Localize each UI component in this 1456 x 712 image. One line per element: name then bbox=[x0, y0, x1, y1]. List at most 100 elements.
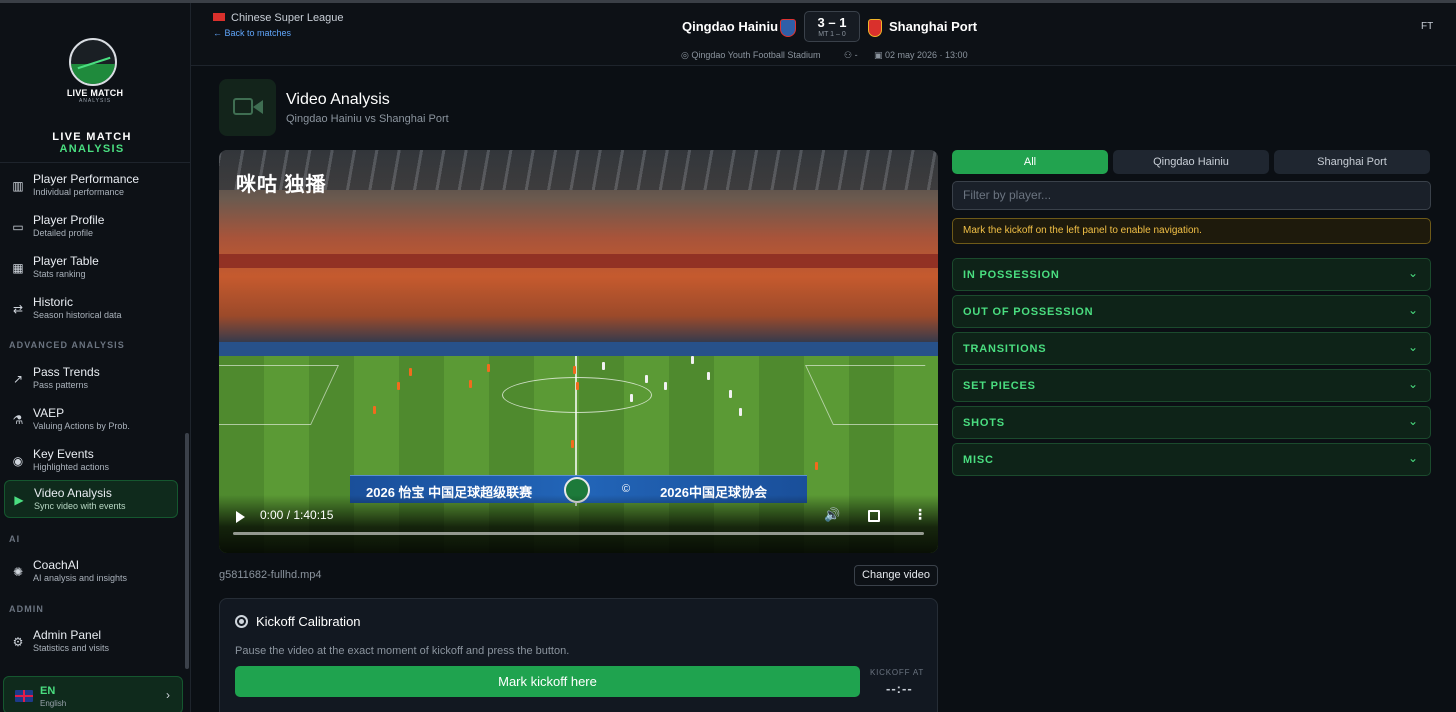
sidebar-item-sub: Detailed profile bbox=[33, 228, 94, 238]
accordion-label: OUT OF POSSESSION bbox=[963, 306, 1094, 318]
sidebar-item-label: Key Events bbox=[33, 447, 94, 461]
sidebar-item-sub: Highlighted actions bbox=[33, 462, 110, 472]
logo-subtext: ANALYSIS bbox=[78, 98, 112, 104]
accordion-label: IN POSSESSION bbox=[963, 269, 1060, 281]
accordion-out-of-possession[interactable]: OUT OF POSSESSION ⌄ bbox=[952, 295, 1431, 328]
page-subtitle: Qingdao Hainiu vs Shanghai Port bbox=[286, 113, 449, 125]
player-marker bbox=[571, 440, 574, 448]
sidebar-item-sub: Statistics and visits bbox=[33, 643, 110, 653]
player-marker bbox=[576, 382, 579, 390]
sidebar-item-player-performance[interactable]: ▥ Player Performance Individual performa… bbox=[4, 167, 178, 205]
volume-icon[interactable]: 🔊 bbox=[824, 507, 840, 523]
chevron-right-icon: › bbox=[166, 688, 170, 702]
gear-icon: ⚙ bbox=[12, 635, 24, 649]
sidebar-item-sub: Individual performance bbox=[33, 187, 125, 197]
player-filter-input[interactable]: Filter by player... bbox=[952, 181, 1431, 210]
player-marker bbox=[707, 372, 710, 380]
sidebar-scrollbar[interactable] bbox=[185, 433, 189, 669]
video-file-name: g5811682-fullhd.mp4 bbox=[219, 569, 322, 581]
accordion-label: SET PIECES bbox=[963, 380, 1036, 392]
accordion-misc[interactable]: MISC ⌄ bbox=[952, 443, 1431, 476]
kickoff-calibration-card: Kickoff Calibration Pause the video at t… bbox=[219, 598, 938, 712]
language-name: English bbox=[40, 699, 67, 708]
video-camera-icon bbox=[219, 79, 276, 136]
change-video-button[interactable]: Change video bbox=[854, 565, 938, 586]
brand-line1: LIVE MATCH bbox=[52, 131, 132, 143]
attendance: ⚇ - bbox=[844, 50, 858, 61]
score: 3 – 1 bbox=[817, 15, 847, 30]
bar-chart-icon: ▥ bbox=[12, 179, 24, 193]
broadcaster-watermark: 咪咕 独播 bbox=[236, 174, 327, 196]
kickoff-warning: Mark the kickoff on the left panel to en… bbox=[952, 218, 1431, 244]
player-marker bbox=[630, 394, 633, 402]
mark-kickoff-button[interactable]: Mark kickoff here bbox=[235, 666, 860, 697]
sidebar-item-sub: Sync video with events bbox=[34, 501, 126, 511]
tab-all[interactable]: All bbox=[952, 150, 1108, 174]
sidebar-item-label: VAEP bbox=[33, 406, 65, 420]
league-label: Chinese Super League bbox=[231, 12, 344, 24]
sidebar-item-label: Player Profile bbox=[33, 213, 105, 227]
video-player[interactable]: 咪咕 独播 2026 怡宝 中国足球超级联赛 © 2026中国足球协会 0:00… bbox=[219, 150, 938, 553]
home-team-crest-icon bbox=[780, 19, 796, 37]
video-time: 0:00 / 1:40:15 bbox=[260, 508, 334, 522]
chevron-down-icon: ⌄ bbox=[1407, 414, 1418, 428]
chevron-down-icon: ⌄ bbox=[1407, 451, 1418, 465]
language-selector[interactable]: EN English › bbox=[3, 676, 183, 712]
china-flag-icon bbox=[213, 13, 225, 22]
stadium: ◎ Qingdao Youth Football Stadium bbox=[681, 50, 820, 61]
sidebar-item-coachai[interactable]: ✺ CoachAI AI analysis and insights bbox=[4, 553, 178, 591]
chevron-down-icon: ⌄ bbox=[1407, 303, 1418, 317]
back-to-matches-link[interactable]: ← Back to matches bbox=[213, 28, 291, 38]
video-progress-bar[interactable] bbox=[233, 532, 924, 535]
home-team-name: Qingdao Hainiu bbox=[682, 19, 779, 34]
sidebar-item-historic[interactable]: ⇄ Historic Season historical data bbox=[4, 290, 178, 328]
tab-qingdao-hainiu[interactable]: Qingdao Hainiu bbox=[1113, 150, 1269, 174]
accordion-label: MISC bbox=[963, 454, 994, 466]
sidebar-item-key-events[interactable]: ◉ Key Events Highlighted actions bbox=[4, 442, 178, 480]
accordion-set-pieces[interactable]: SET PIECES ⌄ bbox=[952, 369, 1431, 402]
app-root: LIVE MATCH ANALYSIS LIVE MATCH ANALYSIS … bbox=[0, 0, 1456, 712]
logo-ball-icon bbox=[69, 38, 117, 86]
sidebar-item-player-profile[interactable]: ▭ Player Profile Detailed profile bbox=[4, 208, 178, 246]
play-icon[interactable] bbox=[236, 511, 245, 523]
brand-line2: ANALYSIS bbox=[59, 143, 125, 155]
logo-text: LIVE MATCH bbox=[66, 88, 124, 98]
video-controls: 0:00 / 1:40:15 🔊 ⋮ bbox=[219, 495, 938, 553]
briefcase-icon: ▭ bbox=[12, 220, 24, 234]
sidebar-item-vaep[interactable]: ⚗ VAEP Valuing Actions by Prob. bbox=[4, 401, 178, 439]
sidebar-item-video-analysis[interactable]: ▶ Video Analysis Sync video with events bbox=[4, 480, 178, 518]
tab-shanghai-port[interactable]: Shanghai Port bbox=[1274, 150, 1430, 174]
swap-icon: ⇄ bbox=[12, 302, 24, 316]
attendance-value: - bbox=[854, 50, 858, 60]
player-marker bbox=[469, 380, 472, 388]
accordion-shots[interactable]: SHOTS ⌄ bbox=[952, 406, 1431, 439]
sidebar-item-admin-panel[interactable]: ⚙ Admin Panel Statistics and visits bbox=[4, 623, 178, 661]
player-marker bbox=[397, 382, 400, 390]
half-time-score: MT 1 – 0 bbox=[818, 31, 846, 38]
lightbulb-icon: ✺ bbox=[12, 565, 24, 579]
player-marker bbox=[645, 375, 648, 383]
accordion-in-possession[interactable]: IN POSSESSION ⌄ bbox=[952, 258, 1431, 291]
player-marker bbox=[729, 390, 732, 398]
player-marker bbox=[664, 382, 667, 390]
sidebar-item-pass-trends[interactable]: ↗ Pass Trends Pass patterns bbox=[4, 360, 178, 398]
fullscreen-icon[interactable] bbox=[868, 510, 880, 522]
kickoff-at-label: KICKOFF AT bbox=[870, 668, 925, 677]
banner-copyright: © bbox=[622, 483, 631, 495]
sidebar-item-label: Player Table bbox=[33, 254, 99, 268]
page-title: Video Analysis bbox=[286, 91, 390, 108]
logo[interactable]: LIVE MATCH ANALYSIS LIVE MATCH ANALYSIS bbox=[0, 3, 190, 163]
sidebar-item-label: Pass Trends bbox=[33, 365, 100, 379]
sidebar-item-sub: Stats ranking bbox=[33, 269, 86, 279]
player-marker bbox=[691, 356, 694, 364]
player-marker bbox=[815, 462, 818, 470]
match-datetime: ▣ 02 may 2026 · 13:00 bbox=[874, 50, 968, 61]
player-marker bbox=[487, 364, 490, 372]
accordion-transitions[interactable]: TRANSITIONS ⌄ bbox=[952, 332, 1431, 365]
datetime-value: 02 may 2026 · 13:00 bbox=[885, 50, 968, 60]
chevron-down-icon: ⌄ bbox=[1407, 340, 1418, 354]
more-options-icon[interactable]: ⋮ bbox=[913, 506, 927, 523]
away-team-crest-icon bbox=[868, 19, 882, 37]
eye-icon: ◉ bbox=[12, 454, 24, 468]
sidebar-item-player-table[interactable]: ▦ Player Table Stats ranking bbox=[4, 249, 178, 287]
